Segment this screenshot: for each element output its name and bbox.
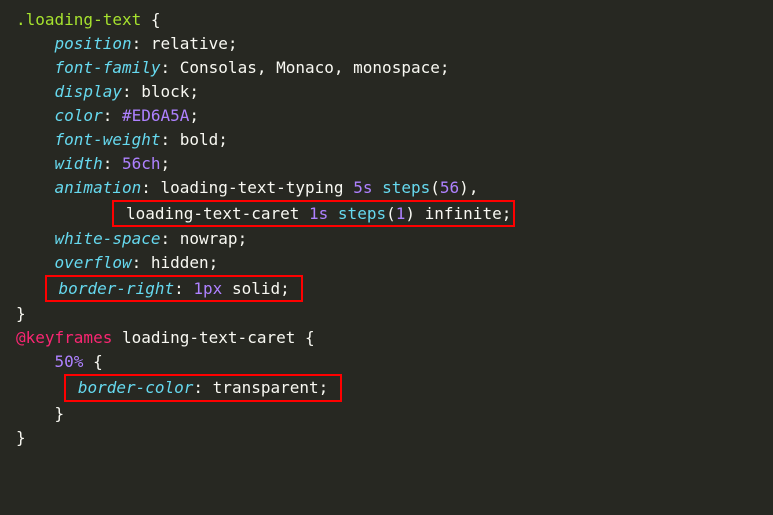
line-overflow: overflow: hidden; (16, 253, 218, 272)
line-50pct: 50% { (16, 352, 103, 371)
line-width: width: 56ch; (16, 154, 170, 173)
prop-position: position (55, 34, 132, 53)
prop-font-weight: font-weight (55, 130, 161, 149)
prop-overflow: overflow (55, 253, 132, 272)
line-animation-1: animation: loading-text-typing 5s steps(… (16, 178, 478, 197)
line-close-rule: } (16, 304, 26, 323)
prop-width: width (55, 154, 103, 173)
highlight-box-animation: loading-text-caret 1s steps(1) infinite; (112, 200, 515, 227)
highlight-box-border-color: border-color: transparent; (64, 374, 342, 401)
line-keyframes: @keyframes loading-text-caret { (16, 328, 315, 347)
line-selector: .loading-text { (16, 10, 161, 29)
at-keyframes: @keyframes (16, 328, 112, 347)
prop-white-space: white-space (55, 229, 161, 248)
prop-display: display (55, 82, 122, 101)
line-font-family: font-family: Consolas, Monaco, monospace… (16, 58, 450, 77)
line-font-weight: font-weight: bold; (16, 130, 228, 149)
line-color: color: #ED6A5A; (16, 106, 199, 125)
line-position: position: relative; (16, 34, 238, 53)
line-display: display: block; (16, 82, 199, 101)
prop-animation: animation (55, 178, 142, 197)
css-selector: .loading-text (16, 10, 141, 29)
prop-font-family: font-family (55, 58, 161, 77)
line-animation-2: loading-text-caret 1s steps(1) infinite; (16, 204, 515, 223)
prop-border-color: border-color (78, 378, 194, 397)
line-50pct-close: } (16, 404, 64, 423)
highlight-box-border-right: border-right: 1px solid; (45, 275, 304, 302)
line-keyframes-close: } (16, 428, 26, 447)
line-border-color: border-color: transparent; (16, 378, 342, 397)
keyframe-stop: 50% (55, 352, 84, 371)
line-border-right: border-right: 1px solid; (16, 279, 303, 298)
line-white-space: white-space: nowrap; (16, 229, 247, 248)
prop-color: color (55, 106, 103, 125)
code-block: .loading-text { position: relative; font… (16, 8, 757, 450)
prop-border-right: border-right (59, 279, 175, 298)
